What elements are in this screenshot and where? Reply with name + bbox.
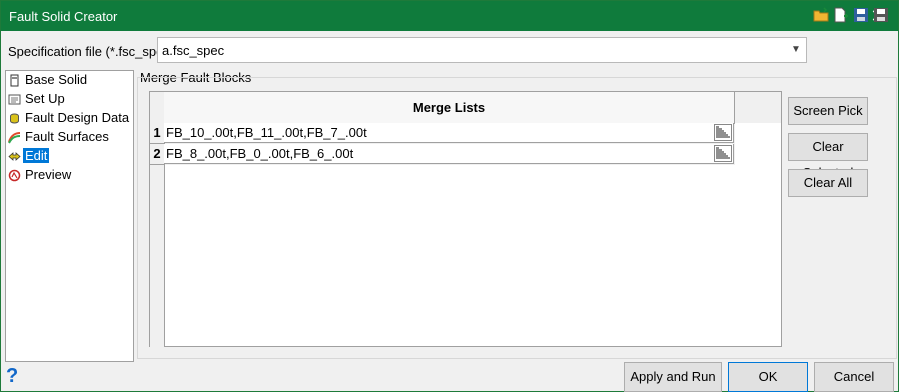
grid-header-empty bbox=[735, 92, 781, 123]
grid-corner bbox=[150, 92, 165, 124]
clear-selected-button[interactable]: Clear Selected bbox=[788, 133, 868, 180]
clear-all-button[interactable]: Clear All bbox=[788, 169, 868, 197]
window-title: Fault Solid Creator bbox=[9, 9, 118, 24]
set-up-icon bbox=[8, 93, 21, 106]
nav-item-set-up[interactable]: Set Up bbox=[8, 90, 67, 108]
open-folder-icon[interactable] bbox=[813, 7, 829, 23]
new-file-icon[interactable] bbox=[833, 7, 849, 23]
save-as-icon[interactable] bbox=[873, 7, 889, 23]
nav-item-edit[interactable]: Edit bbox=[8, 147, 50, 165]
merge-list-value: FB_10_.00t,FB_11_.00t,FB_7_.00t bbox=[166, 125, 367, 140]
merge-list-cell[interactable]: FB_10_.00t,FB_11_.00t,FB_7_.00t bbox=[164, 123, 734, 143]
specification-file-value: a.fsc_spec bbox=[162, 43, 225, 58]
nav-item-fault-design-data[interactable]: Fault Design Data bbox=[8, 109, 131, 127]
list-lines-icon bbox=[716, 147, 730, 159]
ok-button[interactable]: OK bbox=[728, 362, 808, 392]
row-list-button[interactable] bbox=[714, 145, 732, 162]
fault-solid-creator-window: Fault Solid Creator ✕ Specification file… bbox=[0, 0, 899, 392]
row-list-button[interactable] bbox=[714, 124, 732, 141]
save-icon[interactable] bbox=[853, 7, 869, 23]
nav-item-label: Fault Surfaces bbox=[25, 129, 109, 144]
row-number: 1 bbox=[150, 123, 165, 144]
merge-list-value: FB_8_.00t,FB_0_.00t,FB_6_.00t bbox=[166, 146, 354, 161]
merge-lists-grid: Merge Lists 1 FB_10_.00t,FB_11_.00t,FB_7… bbox=[149, 91, 782, 347]
merge-list-cell[interactable]: FB_8_.00t,FB_0_.00t,FB_6_.00t bbox=[164, 144, 734, 164]
grid-rows-empty bbox=[735, 123, 781, 165]
grid-empty-area bbox=[165, 165, 781, 346]
nav-item-fault-surfaces[interactable]: Fault Surfaces bbox=[8, 128, 111, 146]
nav-item-label: Set Up bbox=[25, 91, 65, 106]
row-number-column bbox=[150, 165, 165, 347]
preview-icon bbox=[8, 169, 21, 182]
nav-item-base-solid[interactable]: Base Solid bbox=[8, 71, 89, 89]
row-number: 2 bbox=[150, 144, 165, 165]
chevron-down-icon[interactable]: ▼ bbox=[786, 38, 806, 62]
base-solid-icon bbox=[8, 74, 21, 87]
screen-pick-button[interactable]: Screen Pick bbox=[788, 97, 868, 125]
nav-item-preview[interactable]: Preview bbox=[8, 166, 73, 184]
cancel-button[interactable]: Cancel bbox=[814, 362, 894, 392]
apply-and-run-button[interactable]: Apply and Run bbox=[624, 362, 722, 392]
nav-item-label: Edit bbox=[23, 148, 50, 163]
edit-icon bbox=[8, 150, 21, 163]
nav-item-label: Fault Design Data bbox=[25, 110, 130, 125]
fault-surfaces-icon bbox=[8, 131, 21, 144]
merge-lists-header: Merge Lists bbox=[164, 92, 735, 124]
title-bar: Fault Solid Creator ✕ bbox=[1, 1, 898, 31]
list-lines-icon bbox=[716, 126, 730, 138]
help-icon[interactable]: ? bbox=[6, 365, 24, 387]
navigation-tree: Base Solid Set Up Fault Design Data Faul… bbox=[5, 70, 134, 362]
specification-file-combobox[interactable]: a.fsc_spec ▼ bbox=[157, 37, 807, 63]
fault-design-data-icon bbox=[8, 112, 21, 125]
specification-file-row: Specification file (*.fsc_spec) a.fsc_sp… bbox=[1, 37, 898, 65]
nav-item-label: Preview bbox=[25, 167, 72, 182]
nav-item-label: Base Solid bbox=[25, 72, 88, 87]
specification-file-label: Specification file (*.fsc_spec) bbox=[8, 44, 175, 59]
